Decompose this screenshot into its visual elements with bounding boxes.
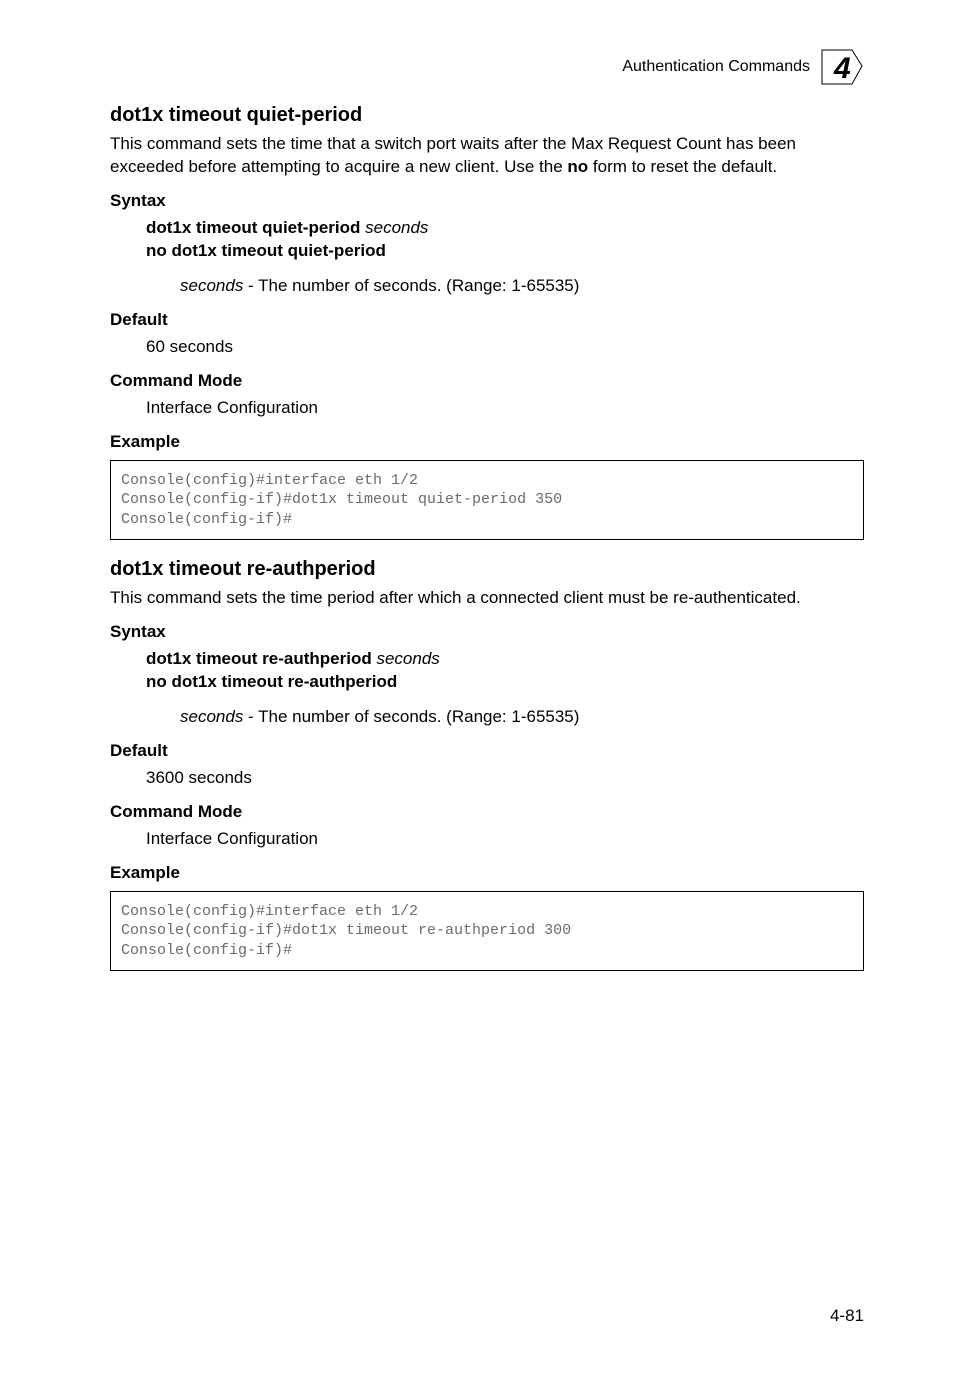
section-title-reauth: dot1x timeout re-authperiod: [110, 558, 864, 581]
syntax1-param-rest: - The number of seconds. (Range: 1-65535…: [243, 276, 579, 295]
syntax1-param-name: seconds: [180, 276, 243, 295]
example-code-1: Console(config)#interface eth 1/2 Consol…: [110, 460, 864, 541]
default-value-1: 60 seconds: [146, 336, 864, 359]
syntax1-cmd: dot1x timeout quiet-period: [146, 218, 360, 237]
section1-desc-no: no: [567, 157, 588, 176]
default-label-1: Default: [110, 310, 864, 330]
syntax2-arg: seconds: [372, 649, 440, 668]
syntax1-arg: seconds: [360, 218, 428, 237]
example-code-2: Console(config)#interface eth 1/2 Consol…: [110, 891, 864, 972]
section-title-quiet-period: dot1x timeout quiet-period: [110, 104, 864, 127]
mode-label-1: Command Mode: [110, 371, 864, 391]
example-label-2: Example: [110, 863, 864, 883]
syntax1-param: seconds - The number of seconds. (Range:…: [180, 275, 864, 298]
mode-label-2: Command Mode: [110, 802, 864, 822]
section2-description: This command sets the time period after …: [110, 587, 864, 610]
syntax-label-2: Syntax: [110, 622, 864, 642]
syntax-line1-2: dot1x timeout re-authperiod seconds no d…: [146, 648, 864, 694]
default-label-2: Default: [110, 741, 864, 761]
syntax2-no: no dot1x timeout re-authperiod: [146, 672, 397, 691]
example-label-1: Example: [110, 432, 864, 452]
mode-value-1: Interface Configuration: [146, 397, 864, 420]
mode-value-2: Interface Configuration: [146, 828, 864, 851]
section1-desc-part2: form to reset the default.: [588, 157, 777, 176]
section1-description: This command sets the time that a switch…: [110, 133, 864, 179]
chapter-number-icon: 4: [820, 48, 864, 86]
syntax2-cmd: dot1x timeout re-authperiod: [146, 649, 372, 668]
svg-text:4: 4: [833, 52, 851, 85]
page-number: 4-81: [830, 1306, 864, 1326]
default-value-2: 3600 seconds: [146, 767, 864, 790]
syntax-line1-1: dot1x timeout quiet-period seconds no do…: [146, 217, 864, 263]
syntax2-param-rest: - The number of seconds. (Range: 1-65535…: [243, 707, 579, 726]
syntax-label-1: Syntax: [110, 191, 864, 211]
header-breadcrumb: Authentication Commands: [622, 58, 810, 76]
page-header: Authentication Commands 4: [110, 48, 864, 86]
syntax2-param-name: seconds: [180, 707, 243, 726]
syntax1-no: no dot1x timeout quiet-period: [146, 241, 386, 260]
syntax2-param: seconds - The number of seconds. (Range:…: [180, 706, 864, 729]
